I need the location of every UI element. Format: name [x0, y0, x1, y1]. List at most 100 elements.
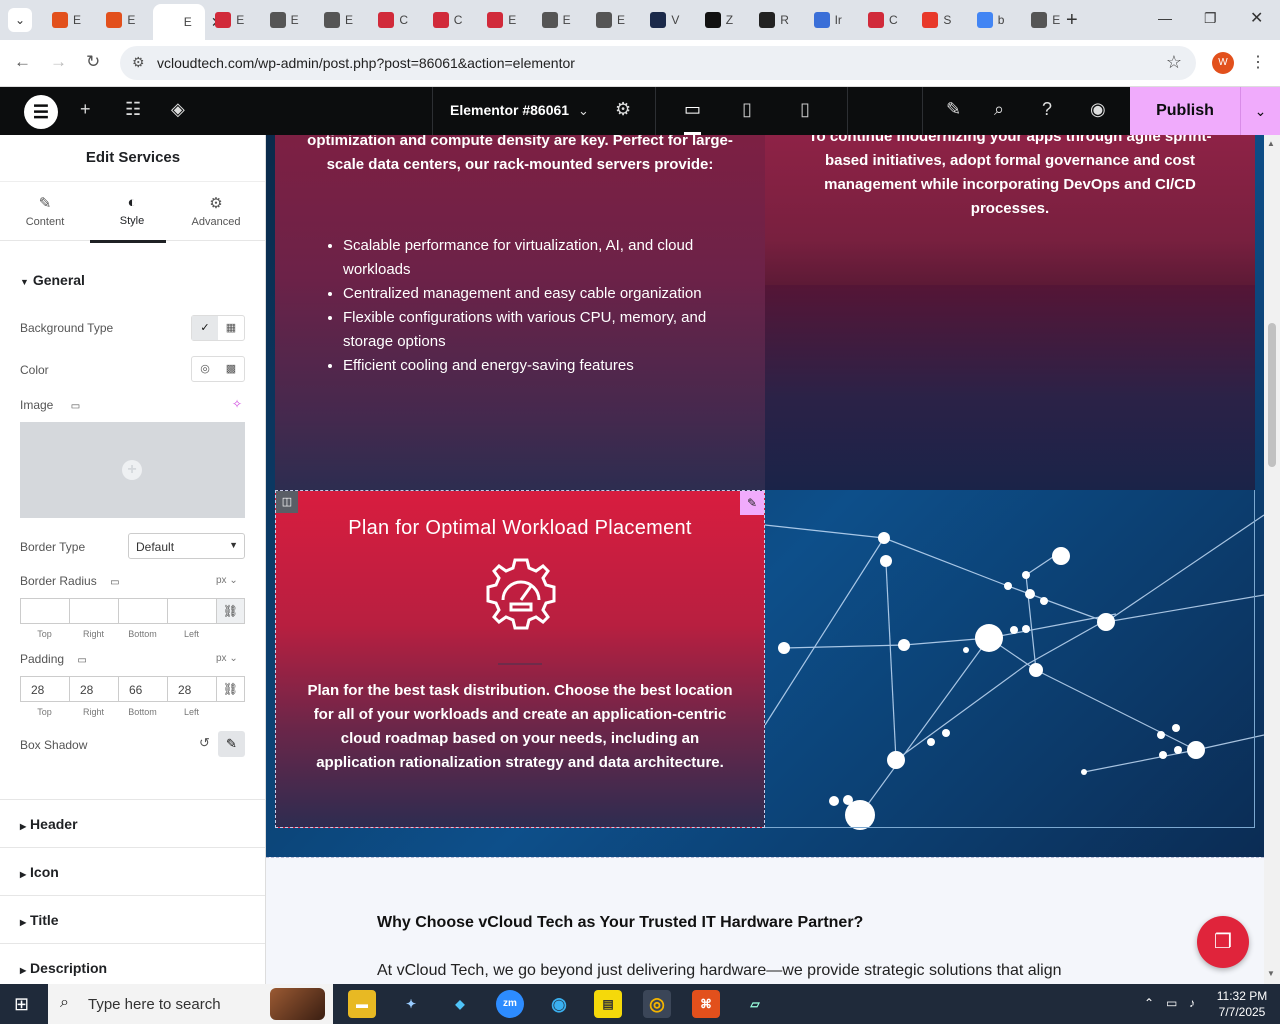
section-description-collapsed[interactable]: ▶ Description	[0, 943, 265, 984]
border-radius-right-input[interactable]	[69, 598, 118, 624]
system-clock[interactable]: 11:32 PM 7/7/2025	[1212, 988, 1272, 1020]
service-card-rack-servers[interactable]: optimization and compute density are key…	[275, 135, 765, 490]
color-controls[interactable]: ◎ ▩	[191, 356, 245, 382]
browser-tab[interactable]: b	[969, 6, 1021, 34]
publish-button[interactable]: Publish	[1130, 87, 1240, 135]
windows-start-icon[interactable]: ⊞	[14, 994, 29, 1015]
page-settings-gear-icon[interactable]: ⚙	[615, 99, 631, 120]
bookmark-star-icon[interactable]: ☆	[1166, 52, 1182, 73]
tab-search-button[interactable]: ⌄	[8, 8, 32, 32]
ai-sparkle-icon[interactable]: ✧	[232, 397, 242, 411]
border-radius-left-input[interactable]	[167, 598, 216, 624]
section-header-collapsed[interactable]: ▶ Header	[0, 799, 265, 847]
browser-tab[interactable]: E	[479, 6, 531, 34]
browser-tab[interactable]: C	[370, 6, 422, 34]
canvas-scrollbar[interactable]: ▲ ▼	[1264, 135, 1280, 984]
padding-left-input[interactable]: 28	[167, 676, 216, 702]
gradient-icon[interactable]: ▦	[218, 316, 244, 340]
browser-menu-icon[interactable]: ⋮	[1250, 52, 1266, 72]
sticky-notes-icon[interactable]: ▤	[594, 990, 622, 1018]
border-radius-unit-select[interactable]: px ⌄	[216, 575, 238, 586]
reload-button[interactable]: ↻	[86, 52, 100, 72]
mobile-view-icon[interactable]: ▯	[800, 99, 810, 120]
browser-tab[interactable]: E	[207, 6, 259, 34]
service-card-modernize[interactable]: To continue modernizing your apps throug…	[765, 135, 1255, 285]
browser-tab[interactable]: E	[98, 6, 150, 34]
add-image-plus-icon[interactable]: +	[122, 460, 142, 480]
app-diamond-icon[interactable]: ◆	[446, 990, 474, 1018]
padding-unit-select[interactable]: px ⌄	[216, 653, 238, 664]
global-colors-icon[interactable]: ◎	[192, 357, 218, 381]
forward-button[interactable]: →	[50, 52, 67, 72]
tray-chevron-icon[interactable]: ⌃	[1144, 996, 1154, 1010]
browser-tab[interactable]: E	[534, 6, 586, 34]
column-handle-icon[interactable]: ◫	[276, 491, 298, 513]
background-type-toggle[interactable]: ✓ ▦	[191, 315, 245, 341]
scroll-down-arrow-icon[interactable]: ▼	[1267, 969, 1275, 978]
document-title[interactable]: Elementor #86061	[450, 102, 569, 118]
back-button[interactable]: ←	[14, 52, 31, 72]
color-swatch-icon[interactable]: ▩	[218, 357, 244, 381]
file-explorer-icon[interactable]: ▬	[348, 990, 376, 1018]
tab-advanced[interactable]: ⚙ Advanced	[172, 182, 260, 242]
reset-icon[interactable]: ↺	[199, 735, 210, 751]
padding-bottom-input[interactable]: 66	[118, 676, 167, 702]
browser-tab[interactable]: S	[914, 6, 966, 34]
responsive-desktop-icon[interactable]: ▭	[77, 655, 86, 666]
browser-tab[interactable]: E	[262, 6, 314, 34]
app-orange-icon[interactable]: ⌘	[692, 990, 720, 1018]
tablet-view-icon[interactable]: ▯	[742, 99, 752, 120]
browser-tab[interactable]: C	[425, 6, 477, 34]
border-radius-top-input[interactable]	[20, 598, 69, 624]
edge-browser-icon[interactable]: ◉	[545, 990, 573, 1018]
site-info-icon[interactable]: ⚙	[132, 54, 145, 71]
section-title-collapsed[interactable]: ▶ Title	[0, 895, 265, 943]
publish-options-chevron-icon[interactable]: ⌄	[1240, 87, 1280, 135]
notifications-megaphone-icon[interactable]: ✎	[946, 99, 961, 120]
image-picker[interactable]: +	[20, 422, 245, 518]
close-window-button[interactable]: ✕	[1250, 8, 1263, 28]
brush-icon[interactable]: ✓	[192, 316, 218, 340]
browser-tab[interactable]: Ir	[806, 6, 858, 34]
responsive-desktop-icon[interactable]: ▭	[110, 577, 119, 588]
taskbar-search[interactable]: ⌕ Type here to search	[48, 984, 333, 1024]
services-section[interactable]: optimization and compute density are key…	[266, 135, 1264, 857]
browser-tab[interactable]: E	[316, 6, 368, 34]
border-radius-bottom-input[interactable]	[118, 598, 167, 624]
preview-eye-icon[interactable]: ◉	[1090, 99, 1106, 120]
site-settings-icon[interactable]: ☷	[125, 99, 141, 120]
browser-tab[interactable]: V	[642, 6, 694, 34]
chat-bubble-button[interactable]: ❐	[1197, 916, 1249, 968]
volume-icon[interactable]: ♪	[1189, 996, 1195, 1010]
link-values-icon[interactable]: ⛓	[216, 676, 245, 702]
browser-tab[interactable]: E	[44, 6, 96, 34]
link-values-icon[interactable]: ⛓	[216, 598, 245, 624]
responsive-desktop-icon[interactable]: ▭	[71, 401, 80, 412]
browser-tab[interactable]: R	[751, 6, 803, 34]
section-icon-collapsed[interactable]: ▶ Icon	[0, 847, 265, 895]
tab-style[interactable]: ◐ Style	[88, 182, 176, 243]
url-field[interactable]: ⚙ vcloudtech.com/wp-admin/post.php?post=…	[120, 46, 1196, 80]
scrollbar-thumb[interactable]	[1268, 323, 1276, 467]
padding-right-input[interactable]: 28	[69, 676, 118, 702]
browser-tab[interactable]: E✕	[152, 4, 223, 40]
document-menu-chevron-icon[interactable]: ⌄	[578, 103, 589, 119]
minimize-button[interactable]: —	[1158, 10, 1172, 26]
zoom-icon[interactable]: zm	[496, 990, 524, 1018]
service-card-workload-placement[interactable]: ◫ ✎ Plan for Optimal Workload Placement …	[275, 490, 765, 828]
section-general-header[interactable]: ▼ General	[20, 272, 85, 288]
profile-avatar[interactable]: W	[1212, 52, 1234, 74]
network-icon[interactable]: ▭	[1166, 996, 1177, 1010]
new-tab-button[interactable]: +	[1066, 9, 1078, 32]
elementor-logo-button[interactable]: ☰	[24, 95, 58, 129]
structure-layers-icon[interactable]: ◈	[171, 99, 185, 120]
padding-top-input[interactable]: 28	[20, 676, 69, 702]
desktop-view-icon[interactable]: ▭	[684, 99, 702, 135]
paint-app-icon[interactable]: ✦	[397, 990, 425, 1018]
tab-content[interactable]: ✎ Content	[1, 182, 89, 242]
browser-tab[interactable]: E	[588, 6, 640, 34]
notepad-icon[interactable]: ▱	[741, 990, 769, 1018]
finder-search-icon[interactable]: ⌕	[994, 99, 1004, 120]
border-type-select[interactable]: Default ▼	[128, 533, 245, 559]
browser-tab[interactable]: C	[860, 6, 912, 34]
